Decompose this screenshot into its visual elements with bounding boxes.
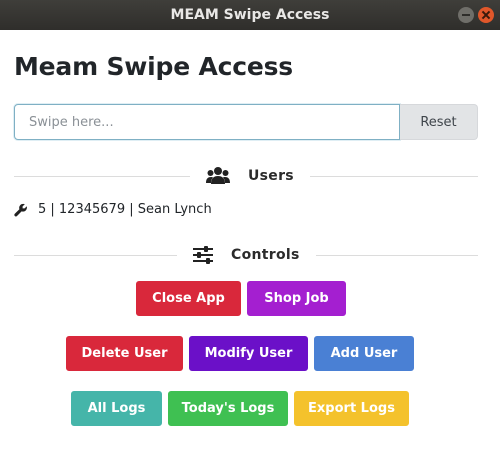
swipe-input[interactable] — [14, 104, 400, 140]
minimize-icon[interactable] — [458, 7, 474, 23]
wrench-icon — [14, 203, 28, 217]
controls-section-label: Controls — [231, 247, 300, 263]
reset-button[interactable]: Reset — [400, 104, 478, 140]
divider-line — [309, 175, 478, 177]
users-icon — [206, 166, 230, 186]
sliders-icon — [193, 246, 213, 264]
title-bar[interactable]: MEAM Swipe Access — [0, 0, 500, 30]
modify-user-button[interactable]: Modify User — [189, 336, 308, 371]
close-window-icon[interactable] — [478, 7, 494, 23]
window-title: MEAM Swipe Access — [170, 7, 330, 23]
add-user-button[interactable]: Add User — [314, 336, 414, 371]
shop-job-button[interactable]: Shop Job — [247, 281, 346, 316]
close-app-button[interactable]: Close App — [136, 281, 241, 316]
users-section-label: Users — [248, 168, 294, 184]
user-entry-text: 5 | 12345679 | Sean Lynch — [38, 202, 212, 217]
controls-section-header: Controls — [14, 243, 478, 267]
all-logs-button[interactable]: All Logs — [71, 391, 162, 426]
divider-line — [14, 254, 177, 256]
export-logs-button[interactable]: Export Logs — [294, 391, 409, 426]
todays-logs-button[interactable]: Today's Logs — [168, 391, 288, 426]
delete-user-button[interactable]: Delete User — [66, 336, 183, 371]
app-window: MEAM Swipe Access Meam Swipe Access Rese… — [0, 0, 500, 469]
users-section-header: Users — [14, 164, 478, 188]
divider-line — [315, 254, 478, 256]
page-title: Meam Swipe Access — [14, 52, 293, 81]
divider-line — [14, 175, 190, 177]
user-list-item[interactable]: 5 | 12345679 | Sean Lynch — [14, 202, 212, 217]
swipe-input-group: Reset — [14, 104, 478, 140]
